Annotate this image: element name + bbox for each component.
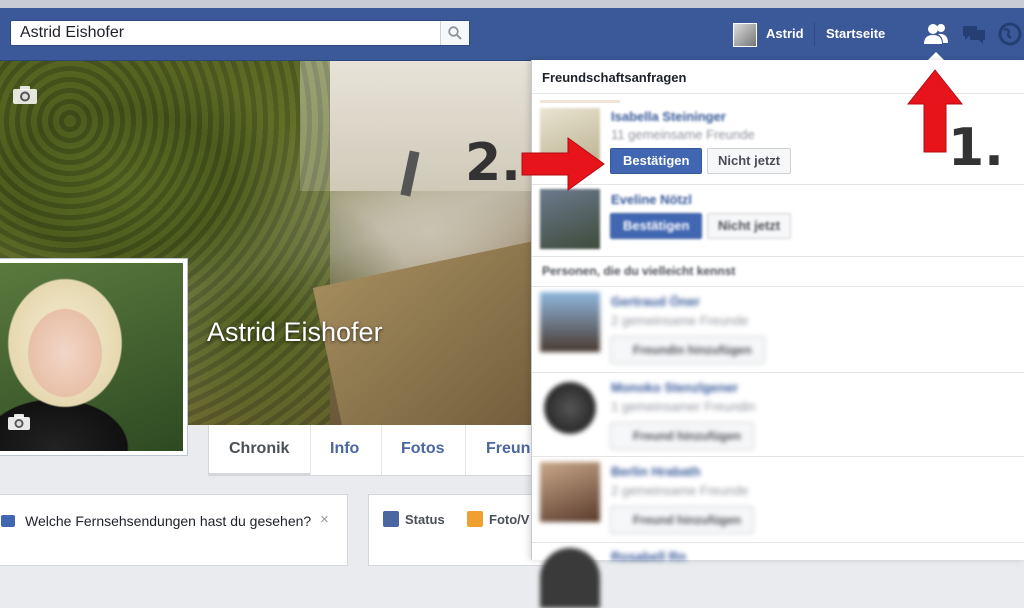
nav-divider [814,22,815,46]
profile-tabs: Chronik Info Fotos Freun [208,425,540,476]
friend-requests-icon[interactable] [922,20,950,48]
tv-icon [1,515,15,527]
photo-icon [467,511,483,527]
prompt-text[interactable]: Welche Fernsehsendungen hast du gesehen? [25,513,311,529]
request-name[interactable]: Isabella Steininger [611,109,726,124]
active-tab-indicator [209,473,310,475]
suggestion-name[interactable]: Monoko Stenzlgener [611,380,738,395]
annotation-arrow-right [521,137,605,191]
camera-icon[interactable] [12,85,38,105]
profile-picture[interactable] [0,258,188,456]
suggestion-name[interactable]: Gertraud Öner [611,294,700,309]
not-now-button[interactable]: Nicht jetzt [707,148,792,174]
user-avatar[interactable] [733,23,757,47]
globe-notifications-icon[interactable] [996,20,1024,48]
annotation-step-1: 1. [948,118,1004,178]
add-friend-button[interactable]: Freund hinzufügen [610,422,754,450]
tab-divider [381,425,382,475]
suggestion-avatar[interactable] [540,292,600,352]
confirm-button[interactable]: Bestätigen [610,148,703,174]
suggestion-avatar[interactable] [540,548,600,608]
messages-icon[interactable] [960,20,988,48]
request-name[interactable]: Eveline Nötzl [611,192,692,207]
profile-camera-icon[interactable] [7,413,31,431]
top-navigation-bar: Astrid Eishofer Astrid Startseite [0,8,1024,61]
suggestion-avatar[interactable] [540,462,600,522]
search-icon [448,26,462,40]
suggestion-mutual: 2 gemeinsame Freunde [611,313,749,328]
search-value: Astrid Eishofer [20,24,125,41]
suggestion-mutual: 2 gemeinsame Freunde [611,483,749,498]
dropdown-title: Freundschaftsanfragen [542,70,687,85]
pencil-icon [383,511,399,527]
divider [532,542,1024,543]
divider [532,456,1024,457]
divider [532,372,1024,373]
profile-link[interactable]: Astrid [766,26,804,41]
tab-divider [310,425,311,475]
browser-tab-strip [0,0,1024,8]
tab-fotos[interactable]: Fotos [401,440,445,458]
tab-friends[interactable]: Freun [486,440,530,458]
profile-name: Astrid Eishofer [207,317,383,347]
not-now-button[interactable]: Nicht jetzt [707,213,792,239]
suggestion-name[interactable]: Rosabell Rn [611,549,686,564]
annotation-step-2: 2. [465,133,521,193]
confirm-button[interactable]: Bestätigen [610,213,703,239]
suggestion-name[interactable]: Berlin Hrabath [611,464,701,479]
mutual-friends[interactable]: 11 gemeinsame Freunde [611,127,755,142]
tab-divider [465,425,466,475]
add-friend-button[interactable]: Freundin hinzufügen [610,336,765,364]
search-input[interactable]: Astrid Eishofer [10,20,470,46]
divider [532,286,1024,287]
composer-status-tab[interactable]: Status [405,512,445,527]
add-friend-button[interactable]: Freund hinzufügen [610,506,754,534]
search-button[interactable] [440,21,469,45]
composer-photo-tab[interactable]: Foto/V [489,512,529,527]
close-icon[interactable]: × [320,511,329,528]
tab-chronik[interactable]: Chronik [229,440,289,458]
home-link[interactable]: Startseite [826,26,885,41]
tab-info[interactable]: Info [330,440,359,458]
suggestions-heading: Personen, die du vielleicht kennst [542,264,736,278]
suggestion-avatar[interactable] [540,378,600,438]
previous-item-edge [540,100,620,103]
divider [532,256,1024,257]
tv-shows-prompt-card: Welche Fernsehsendungen hast du gesehen?… [0,494,348,566]
suggestion-mutual: 1 gemeinsamer Freundin [611,399,756,414]
request-avatar[interactable] [540,189,600,249]
post-composer: Status Foto/V [368,494,550,566]
